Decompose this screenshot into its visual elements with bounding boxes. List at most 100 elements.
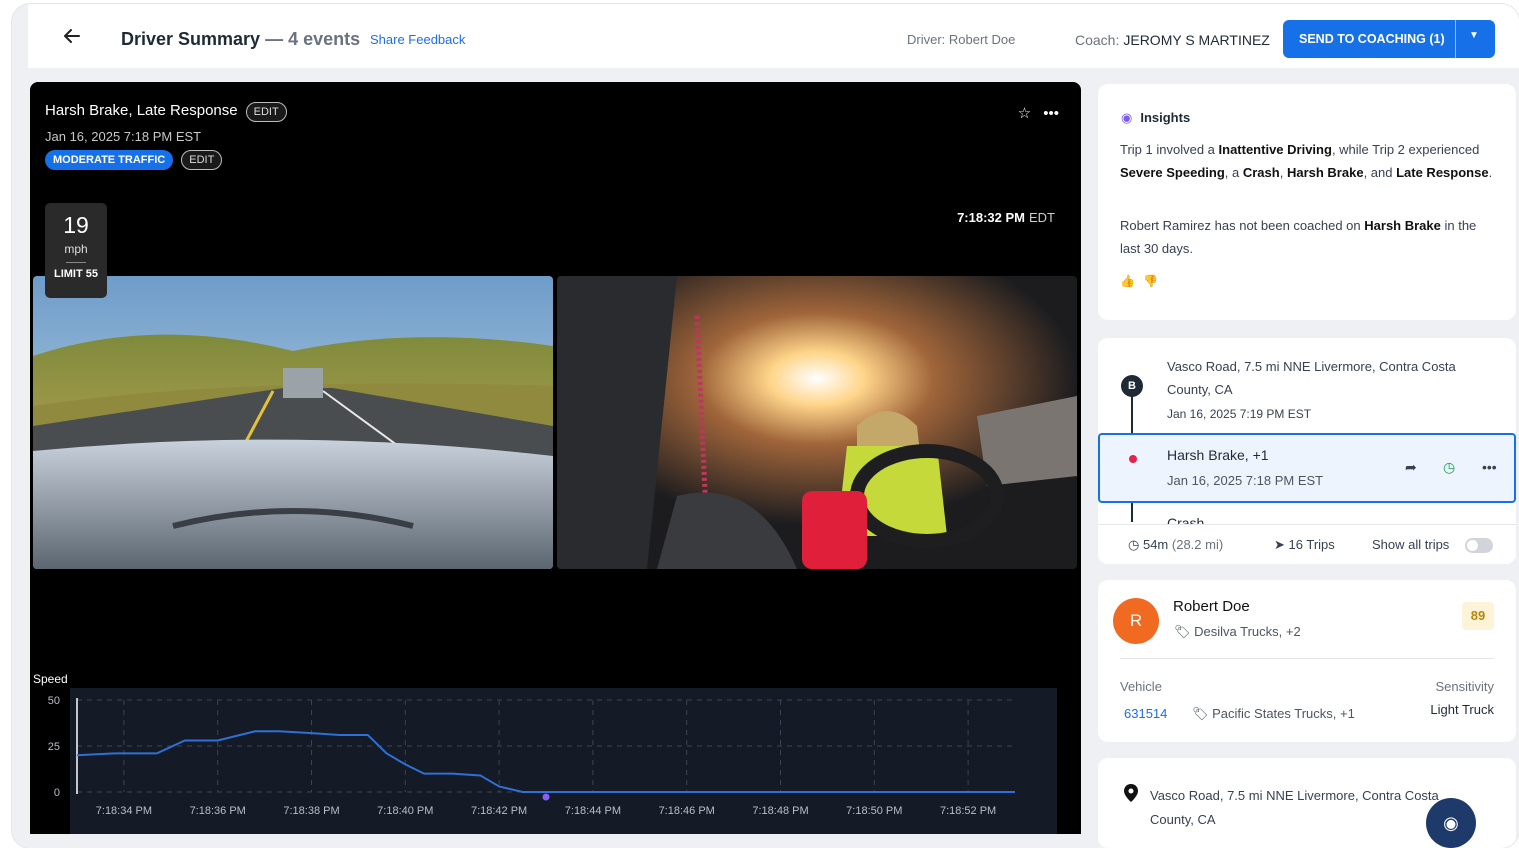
sensitivity-value: Light Truck (1430, 702, 1494, 717)
video-timezone: EDT (1029, 210, 1055, 225)
x-tick-label: 7:18:48 PM (752, 805, 808, 817)
page-title-text: Driver Summary (121, 29, 261, 49)
text: Harsh Brake (1364, 218, 1441, 233)
x-tick-label: 7:18:36 PM (190, 805, 246, 817)
y-tick-label: 25 (48, 741, 60, 753)
fingerprint-icon: ◉ (1121, 110, 1133, 125)
more-horizontal-icon[interactable]: ••• (1482, 459, 1497, 475)
insights-card: ◉ Insights Trip 1 involved a Inattentive … (1098, 84, 1516, 320)
clock-icon: ◷ (1128, 537, 1140, 552)
timeline-event-selected[interactable]: Harsh Brake, +1 Jan 16, 2025 7:18 PM EST… (1098, 433, 1516, 503)
playhead-marker (542, 793, 550, 801)
page-title: Driver Summary — 4 events (121, 29, 360, 50)
map-pin-icon (1124, 784, 1138, 807)
text: Late Response (1396, 165, 1489, 180)
driver-card: R Robert Doe 🏷 Desilva Trucks, +2 89 Veh… (1098, 580, 1516, 742)
text: . (1488, 165, 1493, 180)
x-tick-label: 7:18:34 PM (96, 805, 152, 817)
show-all-trips-label: Show all trips (1372, 537, 1450, 552)
duration-value: 54m (1142, 537, 1169, 552)
event-title: Harsh Brake, Late Response EDIT (45, 102, 287, 122)
event-tags: MODERATE TRAFFIC EDIT (45, 150, 223, 170)
edit-tag-button[interactable]: EDIT (181, 150, 223, 170)
vehicle-tags: 🏷 Pacific States Trucks, +1 (1192, 706, 1355, 722)
event-dot (1129, 455, 1137, 463)
fingerprint-icon[interactable]: ◉ (1426, 798, 1476, 848)
back-button[interactable] (62, 26, 82, 51)
safety-score-badge: 89 (1462, 602, 1494, 630)
front-camera-view[interactable] (33, 276, 553, 569)
thumbs-down-icon[interactable]: 👎 (1143, 274, 1158, 288)
coach-label: Coach: JEROMY S MARTINEZ (1075, 32, 1270, 48)
speed-unit: mph (64, 242, 88, 256)
trip-count: ➤ 16 Trips (1274, 537, 1335, 553)
distance-value: (28.2 mi) (1171, 537, 1224, 552)
text: , (1279, 165, 1287, 180)
driver-label: Driver: Robert Doe (907, 32, 1016, 47)
trips-value: 16 Trips (1288, 537, 1335, 552)
x-tick-label: 7:18:38 PM (283, 805, 339, 817)
insights-paragraph-2: Robert Ramirez has not been coached on H… (1120, 214, 1500, 260)
insights-title: Insights (1140, 110, 1191, 125)
divider (66, 262, 86, 263)
chevron-down-icon[interactable]: ▼ (1469, 30, 1479, 41)
tag-icon: 🏷 (1192, 706, 1209, 721)
driver-tags: 🏷 Desilva Trucks, +2 (1174, 624, 1301, 640)
text: Robert Ramirez has not been coached on (1120, 218, 1365, 233)
x-tick-label: 7:18:40 PM (377, 805, 433, 817)
coach-label-text: Coach: (1075, 32, 1120, 48)
video-time: 7:18:32 PM (957, 210, 1025, 225)
event-date: Jan 16, 2025 7:18 PM EST (45, 129, 202, 144)
text: Severe Speeding (1120, 165, 1225, 180)
x-tick-label: 7:18:44 PM (565, 805, 621, 817)
x-tick-label: 7:18:52 PM (940, 805, 996, 817)
speed-indicator: 19 mph LIMIT 55 (45, 203, 107, 298)
thumbs-up-icon[interactable]: 👍 (1120, 274, 1135, 288)
feedback-buttons: 👍 👎 (1120, 274, 1166, 288)
star-icon[interactable]: ☆ (1018, 105, 1031, 122)
edit-event-button[interactable]: EDIT (245, 102, 287, 122)
event-name: Harsh Brake, +1 (1167, 447, 1269, 463)
cabin-camera-view[interactable] (557, 276, 1077, 569)
x-tick-label: 7:18:46 PM (659, 805, 715, 817)
text: , a (1224, 165, 1243, 180)
speed-chart[interactable]: 0 25 50 7:18:34 PM 7:18:36 PM 7:18:38 PM 7:18:… (30, 688, 1060, 834)
chart-title: Speed (33, 672, 68, 686)
sensitivity-label: Sensitivity (1435, 679, 1494, 694)
text: Inattentive Driving (1218, 142, 1332, 157)
event-title-text: Harsh Brake, Late Response (45, 102, 238, 119)
vehicle-label: Vehicle (1120, 679, 1162, 694)
more-horizontal-icon[interactable]: ••• (1043, 105, 1059, 122)
app-window: Driver Summary — 4 events Share Feedback… (12, 4, 1519, 848)
cabin-scene-image (557, 276, 1077, 569)
video-timestamp: 7:18:32 PM EDT (957, 210, 1055, 225)
event-count: — 4 events (265, 29, 361, 49)
x-tick-label: 7:18:42 PM (471, 805, 527, 817)
button-divider (1455, 20, 1456, 58)
arrow-left-icon (64, 29, 80, 43)
vehicle-id-link[interactable]: 631514 (1124, 706, 1167, 721)
driver-tag-text: Desilva Trucks, +2 (1194, 624, 1301, 639)
insights-paragraph-1: Trip 1 involved a Inattentive Driving, w… (1120, 138, 1500, 184)
navigation-arrow-icon: ➤ (1274, 537, 1285, 552)
insights-header: ◉ Insights (1121, 110, 1190, 126)
text: Harsh Brake (1286, 165, 1364, 180)
text: , while Trip 2 experienced (1331, 142, 1480, 157)
send-to-coaching-button[interactable]: SEND TO COACHING (1) ▼ (1283, 20, 1495, 58)
driver-name[interactable]: Robert Doe (1173, 598, 1250, 615)
show-all-trips-toggle[interactable] (1465, 538, 1493, 553)
timeline-location-date: Jan 16, 2025 7:19 PM EST (1167, 407, 1312, 421)
road-scene-image (33, 276, 553, 569)
trip-duration: ◷ 54m (28.2 mi) (1128, 537, 1223, 553)
share-icon[interactable]: ➦ (1405, 459, 1417, 476)
y-tick-label: 50 (48, 695, 60, 707)
trip-timeline-card: B Vasco Road, 7.5 mi NNE Livermore, Cont… (1098, 338, 1516, 564)
text: Crash (1242, 165, 1280, 180)
traffic-tag: MODERATE TRAFFIC (45, 150, 174, 170)
clock-icon[interactable]: ◷ (1443, 459, 1455, 476)
timeline-marker-b: B (1121, 375, 1143, 397)
video-player[interactable]: Harsh Brake, Late Response EDIT Jan 16, 2… (30, 82, 1081, 834)
coach-name: JEROMY S MARTINEZ (1123, 32, 1270, 48)
share-feedback-link[interactable]: Share Feedback (370, 32, 465, 47)
text: Trip 1 involved a (1120, 142, 1219, 157)
